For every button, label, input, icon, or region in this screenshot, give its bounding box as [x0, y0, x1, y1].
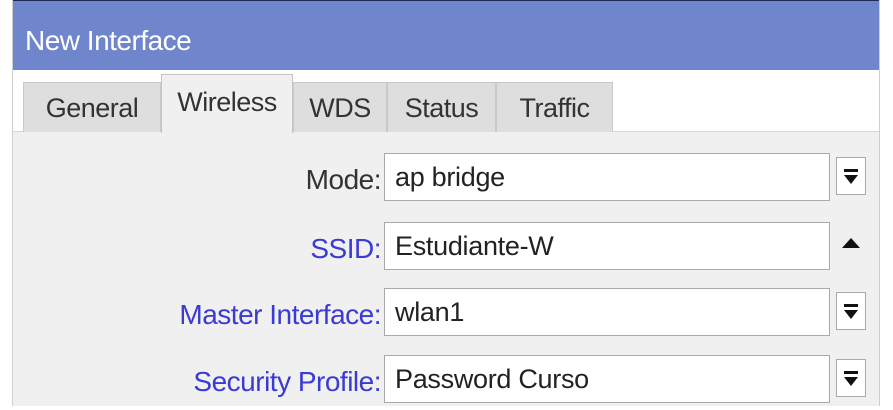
dropdown-arrow-icon — [844, 175, 858, 184]
tab-wds[interactable]: WDS — [293, 82, 387, 132]
ssid-row: SSID: Estudiante-W — [13, 219, 879, 277]
dropdown-arrow-icon — [844, 169, 858, 172]
dropdown-arrow-icon — [844, 310, 858, 319]
master-interface-row: Master Interface: wlan1 — [13, 285, 879, 343]
tab-status[interactable]: Status — [387, 82, 496, 132]
tab-bar: General Wireless WDS Status Traffic — [13, 70, 879, 133]
security-profile-dropdown-button[interactable] — [836, 359, 866, 397]
ssid-label: SSID: — [310, 233, 381, 264]
security-profile-select[interactable]: Password Curso — [384, 355, 830, 403]
collapse-up-icon — [842, 238, 860, 248]
mode-row: Mode: ap bridge — [13, 150, 879, 208]
master-interface-label: Master Interface: — [179, 299, 381, 330]
new-interface-window: New Interface General Wireless WDS Statu… — [12, 0, 880, 406]
window-title: New Interface — [25, 25, 192, 56]
tab-traffic[interactable]: Traffic — [496, 82, 613, 132]
ssid-collapse-button[interactable] — [836, 226, 866, 264]
tab-wireless[interactable]: Wireless — [161, 74, 293, 133]
master-interface-select[interactable]: wlan1 — [384, 288, 830, 336]
dropdown-arrow-icon — [844, 304, 858, 307]
dropdown-arrow-icon — [844, 377, 858, 386]
mode-label: Mode: — [305, 164, 382, 195]
security-profile-row: Security Profile: Password Curso — [13, 352, 879, 410]
mode-dropdown-button[interactable] — [836, 157, 866, 195]
tab-general[interactable]: General — [23, 82, 161, 132]
dropdown-arrow-icon — [844, 371, 858, 374]
ssid-input[interactable]: Estudiante-W — [384, 222, 830, 270]
window-titlebar[interactable]: New Interface — [13, 0, 879, 70]
mode-select[interactable]: ap bridge — [384, 153, 830, 201]
master-interface-dropdown-button[interactable] — [836, 292, 866, 330]
security-profile-label: Security Profile: — [193, 366, 381, 397]
